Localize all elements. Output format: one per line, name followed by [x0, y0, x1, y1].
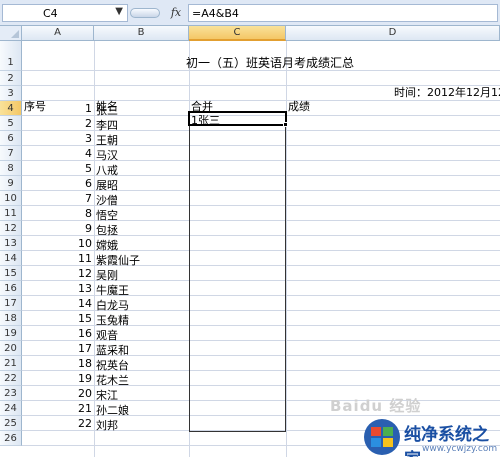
- formula-text: =A4&B4: [192, 7, 239, 20]
- cell-seq[interactable]: 4: [22, 147, 92, 160]
- cell-name[interactable]: 观音: [96, 327, 118, 343]
- header-score[interactable]: 成绩: [288, 98, 310, 114]
- row-header-9[interactable]: 9: [0, 176, 22, 191]
- row-header-25[interactable]: 25: [0, 416, 22, 431]
- chevron-down-icon[interactable]: ▼: [115, 6, 123, 17]
- cell-seq[interactable]: 1: [22, 102, 92, 115]
- cell-seq[interactable]: 7: [22, 192, 92, 205]
- row-header-5[interactable]: 5: [0, 116, 22, 131]
- column-header-c[interactable]: C: [189, 26, 286, 41]
- column-header-d[interactable]: D: [286, 26, 500, 41]
- cell-name[interactable]: 李四: [96, 117, 118, 133]
- cell-seq[interactable]: 15: [22, 312, 92, 325]
- name-box[interactable]: C4 ▼: [2, 4, 128, 22]
- sheet-title: 初一（五）班英语月考成绩汇总: [186, 56, 355, 70]
- row-header-6[interactable]: 6: [0, 131, 22, 146]
- cell-name[interactable]: 八戒: [96, 162, 118, 178]
- row-header-14[interactable]: 14: [0, 251, 22, 266]
- cell-seq[interactable]: 18: [22, 357, 92, 370]
- cell-seq[interactable]: 16: [22, 327, 92, 340]
- row-header-15[interactable]: 15: [0, 266, 22, 281]
- formula-bar: C4 ▼ fx =A4&B4: [0, 0, 500, 26]
- formula-input[interactable]: =A4&B4: [188, 4, 498, 22]
- cell-seq[interactable]: 11: [22, 252, 92, 265]
- row-header-16[interactable]: 16: [0, 281, 22, 296]
- cell-seq[interactable]: 21: [22, 402, 92, 415]
- cell-name[interactable]: 紫霞仙子: [96, 252, 140, 268]
- cell-seq[interactable]: 5: [22, 162, 92, 175]
- row-header-20[interactable]: 20: [0, 341, 22, 356]
- merged-cell-value[interactable]: 1张三: [191, 112, 220, 128]
- cell-name[interactable]: 张三: [96, 102, 118, 118]
- row-header-22[interactable]: 22: [0, 371, 22, 386]
- select-all-button[interactable]: [0, 26, 22, 41]
- cell-name[interactable]: 嫦娥: [96, 237, 118, 253]
- row-gridline: [22, 100, 500, 101]
- cell-seq[interactable]: 14: [22, 297, 92, 310]
- cell-seq[interactable]: 17: [22, 342, 92, 355]
- cell-seq[interactable]: 8: [22, 207, 92, 220]
- cell-seq[interactable]: 10: [22, 237, 92, 250]
- cell-name[interactable]: 宋江: [96, 387, 118, 403]
- cell-seq[interactable]: 13: [22, 282, 92, 295]
- column-headers: A B C D: [0, 26, 500, 41]
- cell-name[interactable]: 白龙马: [96, 297, 129, 313]
- row-header-13[interactable]: 13: [0, 236, 22, 251]
- cell-name[interactable]: 刘邦: [96, 417, 118, 433]
- cell-name[interactable]: 牛魔王: [96, 282, 129, 298]
- time-label: 时间：2012年12月12: [394, 86, 500, 99]
- column-header-a[interactable]: A: [22, 26, 94, 41]
- row-header-17[interactable]: 17: [0, 296, 22, 311]
- row-header-1[interactable]: 1: [0, 41, 22, 71]
- fill-handle[interactable]: [283, 122, 288, 127]
- row-header-18[interactable]: 18: [0, 311, 22, 326]
- cell-seq[interactable]: 20: [22, 387, 92, 400]
- cell-seq[interactable]: 19: [22, 372, 92, 385]
- row-header-23[interactable]: 23: [0, 386, 22, 401]
- cell-name[interactable]: 马汉: [96, 147, 118, 163]
- row-header-8[interactable]: 8: [0, 161, 22, 176]
- logo-url: www.ycwjzy.com: [422, 444, 498, 454]
- cell-name[interactable]: 包拯: [96, 222, 118, 238]
- row-header-7[interactable]: 7: [0, 146, 22, 161]
- row-header-19[interactable]: 19: [0, 326, 22, 341]
- cell-seq[interactable]: 6: [22, 177, 92, 190]
- baidu-watermark: Baidu 经验: [330, 397, 422, 415]
- cell-name[interactable]: 展昭: [96, 177, 118, 193]
- row-header-4[interactable]: 4: [0, 101, 22, 116]
- site-logo: 纯净系统之家 www.ycwjzy.com: [362, 416, 498, 457]
- insert-function-button[interactable]: fx: [166, 3, 186, 23]
- selection-range: [189, 112, 286, 432]
- row-header-26[interactable]: 26: [0, 431, 22, 446]
- row-header-24[interactable]: 24: [0, 401, 22, 416]
- cell-name[interactable]: 玉兔精: [96, 312, 129, 328]
- row-header-21[interactable]: 21: [0, 356, 22, 371]
- row-header-11[interactable]: 11: [0, 206, 22, 221]
- name-box-value: C4: [43, 7, 58, 20]
- cell-name[interactable]: 沙僧: [96, 192, 118, 208]
- formula-bar-splitter[interactable]: [130, 8, 160, 18]
- cell-name[interactable]: 花木兰: [96, 372, 129, 388]
- cell-name[interactable]: 王朝: [96, 132, 118, 148]
- cell-name[interactable]: 蓝采和: [96, 342, 129, 358]
- cell-name[interactable]: 吴刚: [96, 267, 118, 283]
- cell-seq[interactable]: 22: [22, 417, 92, 430]
- row-header-2[interactable]: 2: [0, 71, 22, 86]
- cell-seq[interactable]: 2: [22, 117, 92, 130]
- cell-name[interactable]: 悟空: [96, 207, 118, 223]
- windows-logo-icon: [364, 419, 400, 455]
- cell-name[interactable]: 孙二娘: [96, 402, 129, 418]
- cell-seq[interactable]: 12: [22, 267, 92, 280]
- row-header-12[interactable]: 12: [0, 221, 22, 236]
- row-header-3[interactable]: 3: [0, 86, 22, 101]
- column-header-b[interactable]: B: [94, 26, 189, 41]
- cell-seq[interactable]: 3: [22, 132, 92, 145]
- row-header-10[interactable]: 10: [0, 191, 22, 206]
- cell-seq[interactable]: 9: [22, 222, 92, 235]
- cell-name[interactable]: 祝英台: [96, 357, 129, 373]
